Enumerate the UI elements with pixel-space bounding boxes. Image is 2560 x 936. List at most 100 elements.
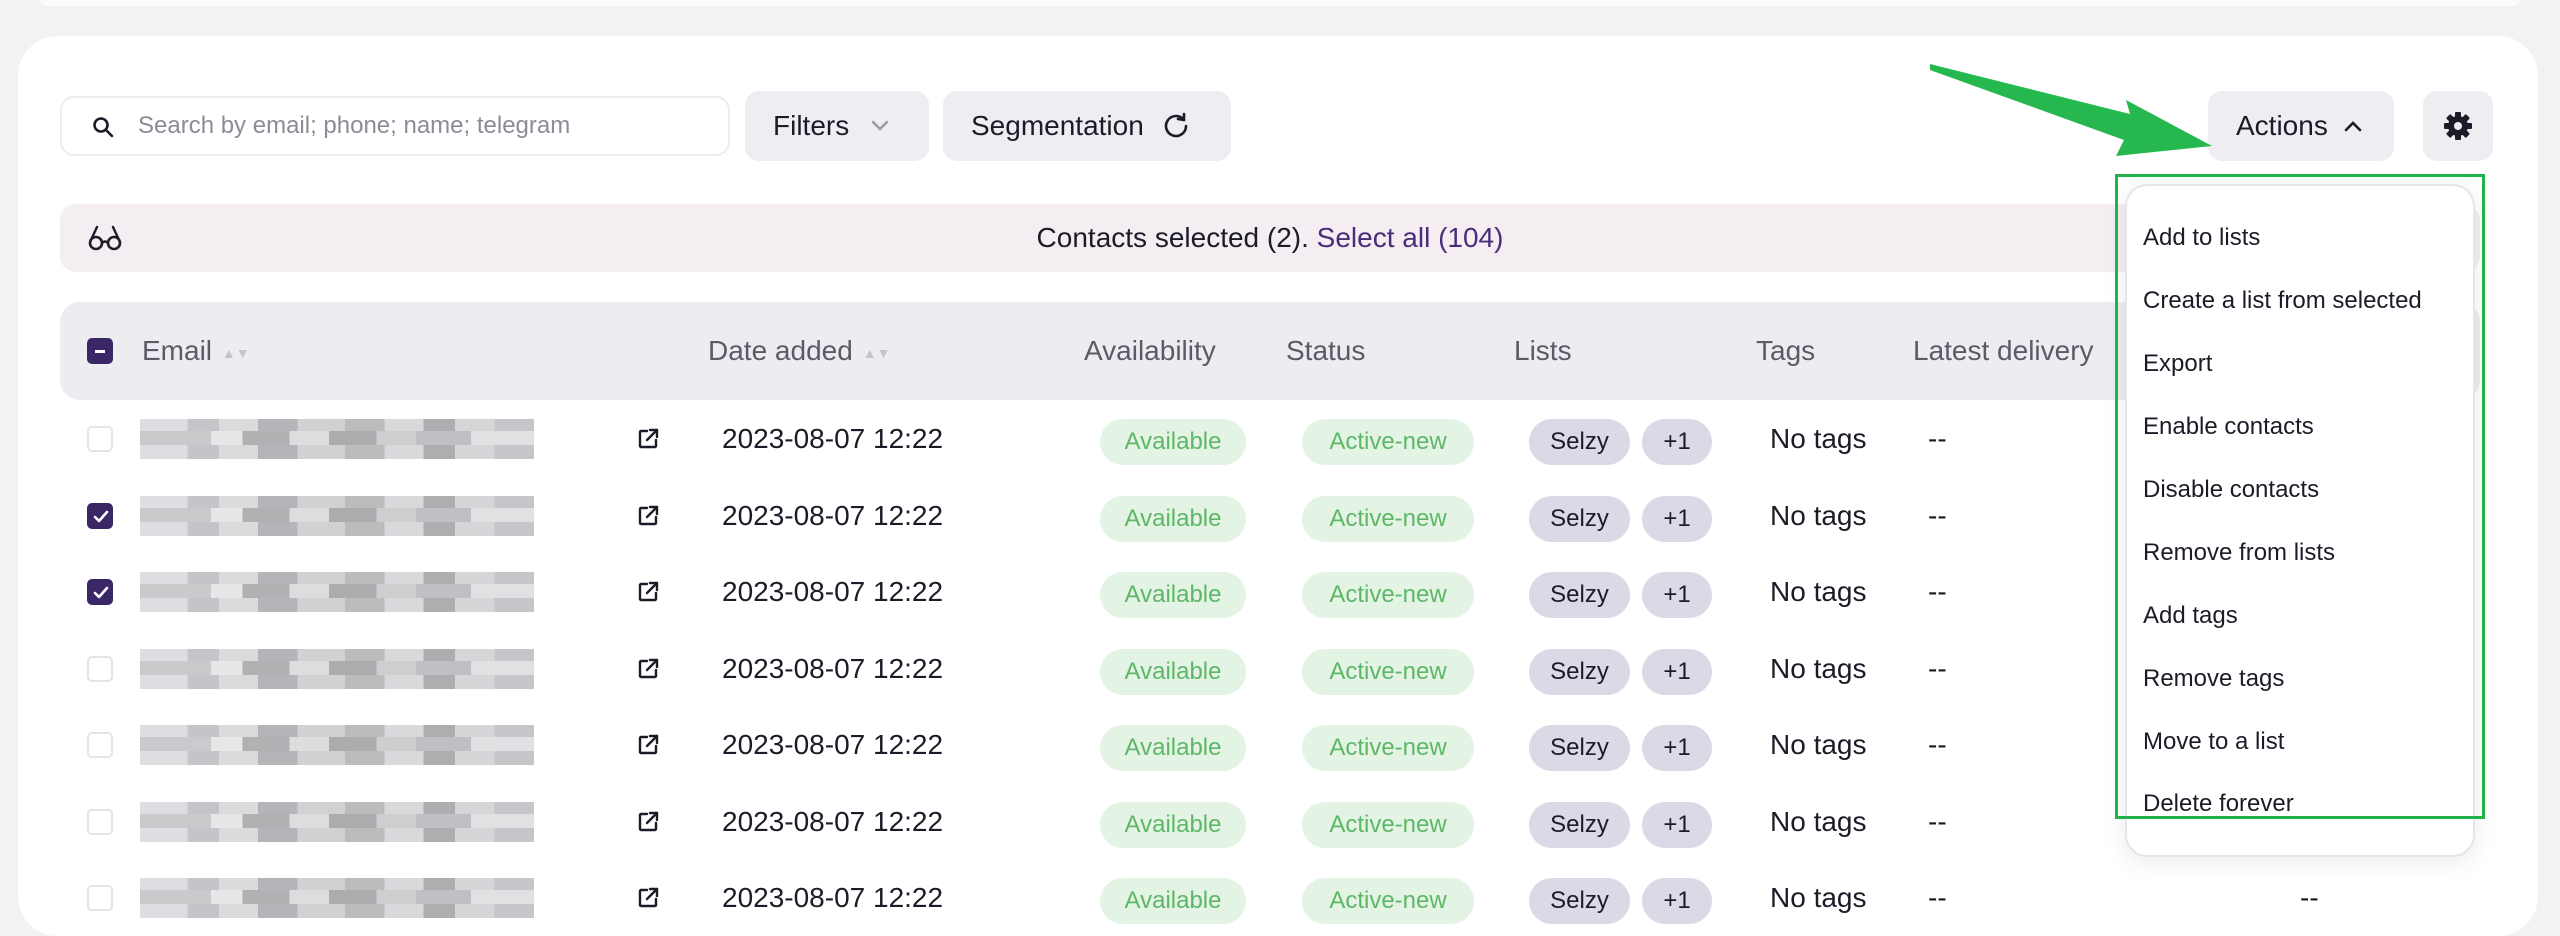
- column-email[interactable]: Email ▲▼: [142, 302, 250, 402]
- row-checkbox[interactable]: [87, 732, 113, 758]
- list-badge[interactable]: Selzy: [1529, 419, 1630, 465]
- email-redacted: [140, 649, 534, 689]
- row-checkbox[interactable]: [87, 503, 113, 529]
- external-link-icon[interactable]: [636, 580, 660, 609]
- top-strip: [40, 0, 2520, 6]
- actions-label: Actions: [2236, 110, 2328, 141]
- settings-button[interactable]: [2423, 91, 2493, 161]
- list-badge[interactable]: Selzy: [1529, 572, 1630, 618]
- availability-badge: Available: [1100, 419, 1246, 465]
- more-lists-badge[interactable]: +1: [1642, 572, 1712, 618]
- list-badge[interactable]: Selzy: [1529, 878, 1630, 924]
- column-lists: Lists: [1514, 335, 1572, 366]
- external-link-icon[interactable]: [636, 504, 660, 533]
- availability-badge: Available: [1100, 725, 1246, 771]
- availability-badge: Available: [1100, 649, 1246, 695]
- row-checkbox[interactable]: [87, 656, 113, 682]
- row-checkbox[interactable]: [87, 885, 113, 911]
- select-all-link[interactable]: Select all (104): [1317, 222, 1504, 253]
- latest-delivery-value: --: [1928, 653, 1947, 684]
- latest-delivery-value: --: [1928, 423, 1947, 454]
- filters-button[interactable]: Filters: [745, 91, 929, 161]
- list-badge[interactable]: Selzy: [1529, 649, 1630, 695]
- column-status: Status: [1286, 335, 1366, 366]
- email-redacted: [140, 725, 534, 765]
- date-added: 2023-08-07 12:22: [722, 806, 944, 837]
- latest-delivery-value: --: [1928, 576, 1947, 607]
- select-all-checkbox[interactable]: [87, 338, 113, 364]
- email-redacted: [140, 496, 534, 536]
- latest-delivery-value: --: [1928, 729, 1947, 760]
- status-badge: Active-new: [1302, 878, 1474, 924]
- tags-value: No tags: [1770, 653, 1867, 684]
- more-lists-badge[interactable]: +1: [1642, 878, 1712, 924]
- availability-badge: Available: [1100, 878, 1246, 924]
- status-badge: Active-new: [1302, 802, 1474, 848]
- tags-value: No tags: [1770, 806, 1867, 837]
- latest-delivery-value: --: [1928, 882, 1947, 913]
- latest-delivery-value: --: [1928, 500, 1947, 531]
- tags-value: No tags: [1770, 729, 1867, 760]
- email-redacted: [140, 572, 534, 612]
- column-tags: Tags: [1756, 335, 1816, 366]
- segmentation-button[interactable]: Segmentation: [943, 91, 1231, 161]
- status-badge: Active-new: [1302, 649, 1474, 695]
- external-link-icon[interactable]: [636, 657, 660, 686]
- status-badge: Active-new: [1302, 725, 1474, 771]
- latest-delivery-value: --: [1928, 806, 1947, 837]
- tags-value: No tags: [1770, 500, 1867, 531]
- list-badge[interactable]: Selzy: [1529, 802, 1630, 848]
- annotation-arrow: [1930, 64, 2212, 156]
- highlight-frame: [2115, 174, 2485, 819]
- segmentation-label: Segmentation: [971, 110, 1144, 141]
- external-link-icon[interactable]: [636, 427, 660, 456]
- more-lists-badge[interactable]: +1: [1642, 802, 1712, 848]
- row-checkbox[interactable]: [87, 426, 113, 452]
- email-redacted: [140, 419, 534, 459]
- search-input[interactable]: Search by email; phone; name; telegram: [60, 96, 730, 156]
- row-checkbox[interactable]: [87, 579, 113, 605]
- sort-icon: ▲▼: [222, 344, 250, 361]
- sort-icon: ▲▼: [862, 344, 891, 361]
- column-email-label: Email: [142, 335, 213, 366]
- date-added: 2023-08-07 12:22: [722, 882, 944, 913]
- status-badge: Active-new: [1302, 496, 1474, 542]
- date-added: 2023-08-07 12:22: [722, 576, 944, 607]
- tags-value: No tags: [1770, 576, 1867, 607]
- actions-button[interactable]: Actions: [2208, 91, 2394, 161]
- search-icon: [93, 117, 114, 138]
- more-lists-badge[interactable]: +1: [1642, 496, 1712, 542]
- row-checkbox[interactable]: [87, 809, 113, 835]
- column-latest-delivery: Latest delivery: [1913, 335, 2094, 366]
- column-availability: Availability: [1084, 335, 1216, 366]
- column-date-added[interactable]: Date added ▲▼: [708, 302, 891, 402]
- availability-badge: Available: [1100, 572, 1246, 618]
- external-link-icon[interactable]: [636, 810, 660, 839]
- extra-column-value: --: [2300, 882, 2319, 913]
- availability-badge: Available: [1100, 496, 1246, 542]
- selection-count-text: Contacts selected (2).: [1036, 222, 1317, 253]
- table-row[interactable]: 2023-08-07 12:22 Available Active-new Selzy…: [60, 860, 2480, 936]
- chevron-up-icon: [2344, 120, 2362, 132]
- date-added: 2023-08-07 12:22: [722, 500, 944, 531]
- status-badge: Active-new: [1302, 419, 1474, 465]
- chevron-down-icon: [871, 120, 889, 132]
- refresh-icon: [1162, 112, 1190, 140]
- gear-icon: [2444, 112, 2472, 140]
- email-redacted: [140, 802, 534, 842]
- list-badge[interactable]: Selzy: [1529, 725, 1630, 771]
- email-redacted: [140, 878, 534, 918]
- availability-badge: Available: [1100, 802, 1246, 848]
- date-added: 2023-08-07 12:22: [722, 653, 944, 684]
- tags-value: No tags: [1770, 423, 1867, 454]
- external-link-icon[interactable]: [636, 733, 660, 762]
- date-added: 2023-08-07 12:22: [722, 423, 944, 454]
- more-lists-badge[interactable]: +1: [1642, 419, 1712, 465]
- more-lists-badge[interactable]: +1: [1642, 725, 1712, 771]
- search-placeholder: Search by email; phone; name; telegram: [138, 112, 571, 139]
- date-added: 2023-08-07 12:22: [722, 729, 944, 760]
- list-badge[interactable]: Selzy: [1529, 496, 1630, 542]
- column-date-added-label: Date added: [708, 335, 853, 366]
- more-lists-badge[interactable]: +1: [1642, 649, 1712, 695]
- tags-value: No tags: [1770, 882, 1867, 913]
